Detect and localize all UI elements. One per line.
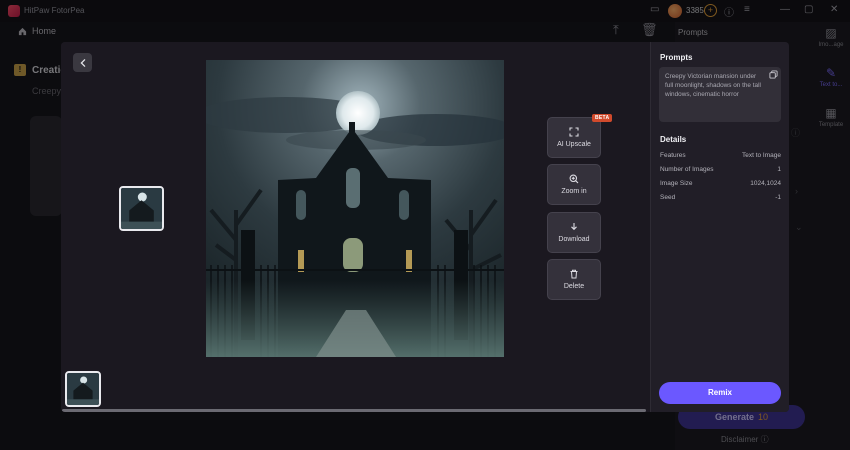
delete-button[interactable]: Delete: [547, 259, 601, 300]
zoom-in-label: Zoom in: [561, 188, 587, 195]
zoom-in-icon: [569, 174, 579, 184]
detail-row-number-of-images: Number of Images 1: [660, 166, 781, 173]
download-label: Download: [558, 236, 590, 243]
ai-upscale-label: AI Upscale: [557, 141, 591, 148]
image-viewer: AI Upscale BETA Zoom in Download Delete: [61, 42, 650, 412]
side-thumbnail[interactable]: [119, 186, 164, 231]
beta-badge: BETA: [592, 114, 613, 122]
trash-icon: [570, 269, 578, 279]
details-heading: Details: [660, 135, 687, 144]
thumbnail-scrollbar[interactable]: [62, 409, 646, 412]
details-panel: Prompts Creepy Victorian mansion under f…: [650, 42, 789, 412]
generated-image: [206, 60, 504, 357]
ai-upscale-button[interactable]: AI Upscale: [547, 117, 601, 158]
copy-icon[interactable]: [769, 70, 778, 79]
mansion-image: [206, 60, 504, 357]
image-preview-modal: AI Upscale BETA Zoom in Download Delete …: [61, 42, 789, 412]
back-button[interactable]: [73, 53, 92, 72]
prompts-heading: Prompts: [660, 53, 693, 62]
chevron-left-icon: [79, 58, 85, 67]
mansion-thumbnail-image: [121, 188, 162, 229]
detail-row-seed: Seed -1: [660, 194, 781, 201]
prompt-text: Creepy Victorian mansion under full moon…: [659, 67, 781, 122]
download-icon: [571, 223, 577, 231]
delete-label: Delete: [563, 283, 585, 290]
zoom-in-button[interactable]: Zoom in: [547, 164, 601, 205]
mansion-thumbnail-image: [67, 373, 99, 405]
detail-row-image-size: Image Size 1024,1024: [660, 180, 781, 187]
bottom-thumbnail[interactable]: [65, 371, 101, 407]
download-button[interactable]: Download: [547, 212, 601, 253]
detail-row-features: Features Text to Image: [660, 152, 781, 159]
remix-button[interactable]: Remix: [659, 382, 781, 404]
expand-icon: [569, 127, 579, 137]
